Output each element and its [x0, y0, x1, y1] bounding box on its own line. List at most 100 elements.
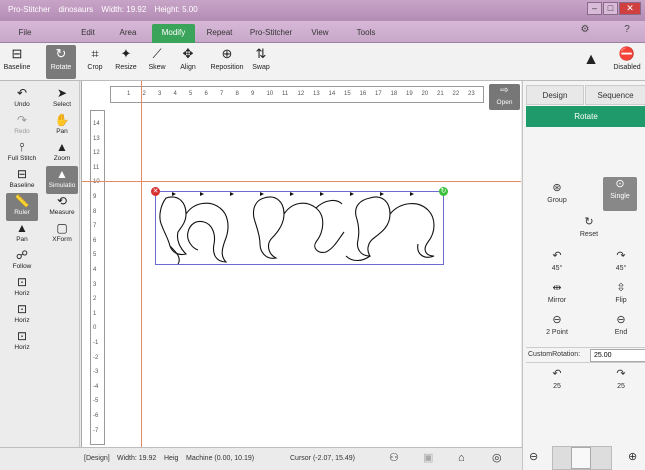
rotate-left-icon: ↶: [552, 250, 562, 262]
dinosaur-design: [159, 192, 435, 265]
settings-circle-icon[interactable]: ◎: [492, 451, 502, 465]
single-button[interactable]: ⊙ Single: [603, 177, 637, 211]
end-button[interactable]: ⊖ End: [601, 313, 641, 343]
mirror-button[interactable]: ⇹ Mirror: [537, 281, 577, 311]
tab-modify[interactable]: Modify: [152, 24, 195, 43]
people-icon[interactable]: ⚇: [389, 451, 399, 465]
warning-button[interactable]: ▲: [576, 45, 606, 79]
zoom-slider-knob[interactable]: [571, 447, 591, 469]
reset-label: Reset: [579, 231, 599, 238]
zoom-in-icon[interactable]: ⊕: [628, 450, 637, 464]
ribbon-crop-button[interactable]: ⌗ Crop: [80, 45, 110, 79]
undo-button[interactable]: ↶ Undo: [6, 85, 38, 113]
pan-button[interactable]: ✋ Pan: [46, 112, 78, 140]
close-button[interactable]: ✕: [619, 2, 641, 15]
select-button[interactable]: ➤ Select: [46, 85, 78, 113]
vruler-tick: 8: [93, 208, 97, 215]
redo-button[interactable]: ↷ Redo: [6, 112, 38, 140]
horiz-button-3[interactable]: ⊡ Horiz: [6, 328, 38, 356]
tab-view[interactable]: View: [305, 24, 335, 43]
ribbon-swap-button[interactable]: ⇅ Swap: [246, 45, 276, 79]
rotate-left-45-button[interactable]: ↶ 45°: [537, 249, 577, 279]
tab-tools[interactable]: Tools: [349, 24, 383, 43]
ribbon-align-button[interactable]: ✥ Align: [173, 45, 203, 79]
full-stitch-button[interactable]: ⫯ Full Stitch: [3, 139, 41, 167]
measure-button[interactable]: ⟲ Measure: [46, 193, 78, 221]
zoom-slider[interactable]: [552, 446, 612, 470]
tab-file[interactable]: File: [10, 24, 40, 43]
disabled-button[interactable]: ⛔ Disabled: [610, 45, 644, 79]
ribbon-resize-button[interactable]: ✦ Resize: [111, 45, 141, 79]
group-icon: ⊛: [552, 182, 562, 194]
ruler-button[interactable]: 📏 Ruler: [6, 193, 38, 221]
simulation-button[interactable]: ▲ Simulatio: [46, 166, 78, 194]
measure-label: Measure: [49, 209, 75, 216]
vruler-tick: -5: [93, 398, 99, 405]
custom-rotation-input[interactable]: [590, 349, 645, 362]
rotate-right-icon: ↷: [616, 250, 626, 262]
ribbon-crop-label: Crop: [87, 64, 103, 71]
zoom-button[interactable]: ▲ Zoom: [46, 139, 78, 167]
tab-sequence[interactable]: Sequence: [585, 85, 645, 105]
vertical-ruler: 14 13 12 11 10 9 8 7 6 5 4 3 2 1 0 -1 -2 -3 -4 -5 -6 -7: [90, 110, 105, 445]
rotate-right-custom-button[interactable]: ↷ 25: [601, 367, 641, 397]
mirror-label: Mirror: [547, 297, 567, 304]
vruler-tick: 4: [93, 267, 97, 273]
xform-button[interactable]: ▢ XForm: [46, 220, 78, 248]
tab-edit[interactable]: Edit: [73, 24, 103, 43]
horiz-icon: ⊡: [16, 329, 28, 343]
rotate-right-45-label: 45°: [615, 265, 627, 272]
flip-label: Flip: [615, 297, 627, 304]
minimize-button[interactable]: –: [587, 2, 602, 15]
selection-box[interactable]: ✕ ↻: [151, 187, 448, 265]
ribbon-skew-button[interactable]: ⟋ Skew: [142, 45, 172, 79]
open-panel-button[interactable]: ⇨ Open: [489, 84, 520, 110]
horizontal-guide-line: [82, 181, 521, 182]
file-name: dinosaurs: [58, 5, 94, 14]
pan-warning-icon: ▲: [16, 221, 28, 235]
rotate-left-custom-button[interactable]: ↶ 25: [537, 367, 577, 397]
vruler-tick: 13: [93, 135, 100, 142]
pan-icon: ✋: [54, 113, 70, 127]
rotate-icon: ↻: [55, 46, 67, 61]
hruler-tick: 1: [127, 91, 131, 97]
home-icon[interactable]: ⌂: [458, 451, 465, 465]
ribbon-baseline-button[interactable]: ⊟ Baseline: [2, 45, 32, 79]
two-point-button[interactable]: ⊖ 2 Point: [537, 313, 577, 343]
follow-button[interactable]: ☍ Follow: [6, 247, 38, 275]
vruler-tick: -2: [93, 354, 99, 361]
image-icon[interactable]: ▣: [423, 451, 433, 465]
horiz-button-1[interactable]: ⊡ Horiz: [6, 274, 38, 302]
baseline-tool-button[interactable]: ⊟ Baseline: [6, 166, 38, 194]
help-icon[interactable]: ?: [613, 24, 641, 40]
hruler-tick: 2: [142, 91, 146, 97]
maximize-button[interactable]: □: [603, 2, 618, 15]
design-canvas[interactable]: 1 2 3 4 5 6 7 8 9 10 11 12 13 14 15 16 17 18 19 20 21 22 23 14…: [81, 81, 521, 447]
rotate-right-45-button[interactable]: ↷ 45°: [601, 249, 641, 279]
resize-icon: ✦: [120, 46, 132, 61]
follow-label: Follow: [12, 263, 32, 270]
horiz-label-3: Horiz: [14, 344, 30, 351]
reset-button[interactable]: ↻ Reset: [569, 215, 609, 245]
ruler-label: Ruler: [14, 209, 30, 216]
align-icon: ✥: [182, 46, 194, 61]
pan-tool-button[interactable]: ▲ Pan: [6, 220, 38, 248]
horiz-button-2[interactable]: ⊡ Horiz: [6, 301, 38, 329]
hruler-tick: 18: [390, 91, 398, 97]
end-icon: ⊖: [616, 314, 626, 326]
vruler-tick: 0: [93, 325, 97, 332]
tab-area[interactable]: Area: [113, 24, 143, 43]
zoom-out-icon[interactable]: ⊖: [529, 450, 538, 464]
tab-pro-stitcher[interactable]: Pro-Stitcher: [246, 24, 296, 43]
group-button[interactable]: ⊛ Group: [537, 181, 577, 211]
ribbon-reposition-button[interactable]: ⊕ Reposition: [208, 45, 246, 79]
vruler-tick: -3: [93, 369, 99, 376]
ribbon-rotate-button[interactable]: ↻ Rotate: [46, 45, 76, 79]
flip-button[interactable]: ⇳ Flip: [601, 281, 641, 311]
ribbon-resize-label: Resize: [115, 64, 137, 71]
reposition-icon: ⊕: [221, 46, 233, 61]
hruler-tick: 4: [173, 91, 177, 97]
settings-icon[interactable]: ⚙: [571, 24, 599, 40]
tab-design[interactable]: Design: [526, 85, 584, 105]
tab-repeat[interactable]: Repeat: [202, 24, 237, 43]
